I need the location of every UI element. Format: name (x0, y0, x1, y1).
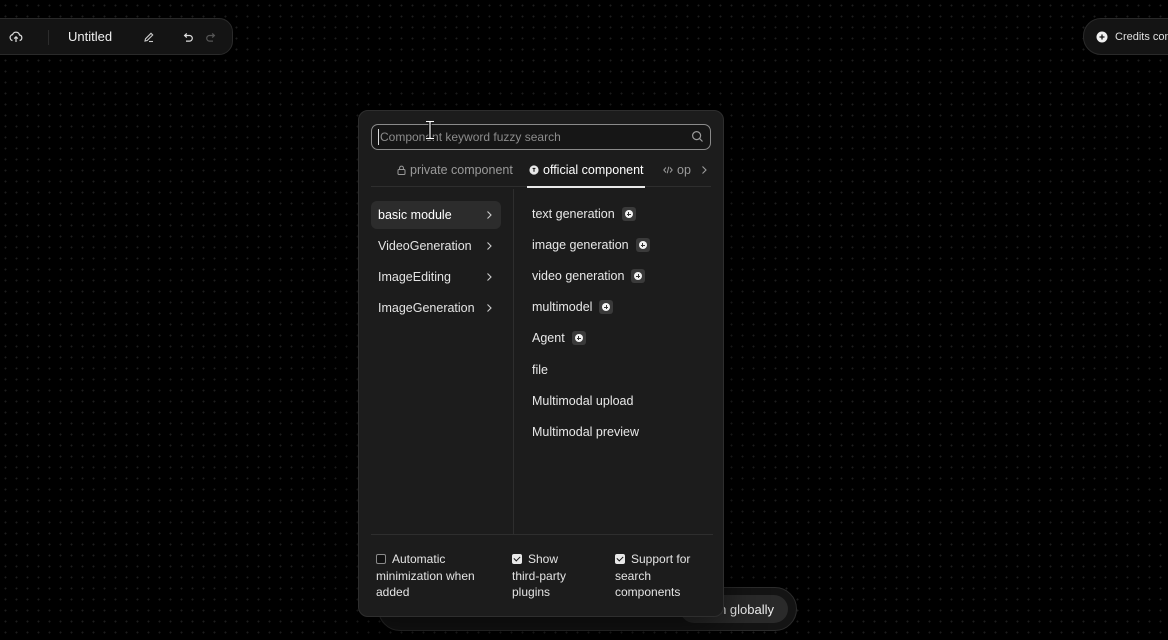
add-component-icon[interactable] (631, 269, 646, 283)
category-label: VideoGeneration (378, 239, 472, 253)
component-item[interactable]: text generation (532, 207, 636, 221)
options-divider (371, 534, 713, 535)
category-video-generation[interactable]: VideoGeneration (371, 232, 501, 260)
option-line: minimization when (376, 568, 475, 583)
category-basic-module[interactable]: basic module (371, 201, 501, 229)
search-components-checkbox[interactable] (615, 554, 625, 564)
option-line: search (615, 568, 652, 583)
option-line: Automatic (392, 552, 446, 566)
undo-icon[interactable] (179, 29, 195, 45)
chevron-right-icon (487, 304, 492, 312)
official-badge-icon (529, 165, 539, 175)
tab-label: private component (410, 163, 513, 177)
chevron-right-icon (487, 273, 492, 281)
component-picker-panel: private component official component op … (358, 110, 724, 617)
chevron-right-icon (487, 242, 492, 250)
option-line: components (615, 585, 681, 599)
option-line: Support for (631, 552, 691, 566)
component-label: video generation (532, 269, 625, 283)
component-label: text generation (532, 207, 615, 221)
search-icon[interactable] (691, 130, 704, 148)
lock-icon (397, 165, 406, 175)
component-label: multimodel (532, 300, 593, 314)
code-icon (663, 166, 673, 174)
category-image-generation[interactable]: ImageGeneration (371, 294, 501, 322)
search-components-option[interactable]: Support for search components (615, 551, 715, 601)
component-item[interactable]: Multimodal preview (532, 425, 639, 439)
component-label: file (532, 363, 548, 377)
category-label: basic module (378, 208, 452, 222)
tabs-scroll-right-icon[interactable] (699, 165, 709, 175)
add-component-icon[interactable] (571, 331, 586, 345)
add-credits-icon (1096, 31, 1108, 42)
component-label: Agent (532, 331, 565, 345)
category-image-editing[interactable]: ImageEditing (371, 263, 501, 291)
tab-label: official component (543, 163, 644, 177)
tab-private-component[interactable]: private component (397, 163, 513, 177)
component-tabs: private component official component op (371, 157, 711, 188)
add-component-icon[interactable] (635, 238, 650, 252)
component-item[interactable]: multimodel (532, 300, 614, 314)
component-label: Multimodal upload (532, 394, 634, 408)
component-item[interactable]: file (532, 363, 548, 377)
component-label: image generation (532, 238, 629, 252)
category-label: ImageEditing (378, 270, 451, 284)
auto-minimize-checkbox[interactable] (376, 554, 386, 564)
cloud-upload-icon[interactable] (8, 29, 24, 45)
category-label: ImageGeneration (378, 301, 475, 315)
add-component-icon[interactable] (599, 300, 614, 314)
chevron-right-icon (487, 211, 492, 219)
redo-icon[interactable] (203, 29, 219, 45)
component-item[interactable]: video generation (532, 269, 646, 283)
top-toolbar: Untitled (0, 18, 233, 55)
tab-official-component[interactable]: official component (529, 163, 644, 177)
column-divider (513, 189, 514, 534)
tab-label: op (677, 163, 691, 177)
toolbar-divider (48, 30, 49, 45)
option-line: Show (528, 552, 559, 566)
auto-minimize-option[interactable]: Automatic minimization when added (376, 551, 496, 601)
option-line: added (376, 585, 410, 599)
third-party-option[interactable]: Show third-party plugins (512, 551, 602, 601)
component-item[interactable]: Multimodal upload (532, 394, 633, 408)
component-item[interactable]: Agent (532, 331, 586, 345)
add-component-icon[interactable] (621, 207, 636, 221)
active-tab-indicator (527, 186, 645, 188)
option-line: plugins (512, 585, 551, 599)
third-party-checkbox[interactable] (512, 554, 522, 564)
credits-label: Credits cons (1115, 30, 1168, 43)
document-title[interactable]: Untitled (68, 29, 112, 44)
component-item[interactable]: image generation (532, 238, 650, 252)
credits-indicator[interactable]: Credits cons (1083, 18, 1168, 55)
tab-open-source[interactable]: op (663, 163, 709, 177)
text-cursor-icon (426, 120, 434, 140)
component-label: Multimodal preview (532, 425, 639, 439)
component-search[interactable] (371, 124, 711, 150)
option-line: third-party (512, 568, 567, 583)
edit-pencil-icon[interactable] (141, 29, 157, 45)
